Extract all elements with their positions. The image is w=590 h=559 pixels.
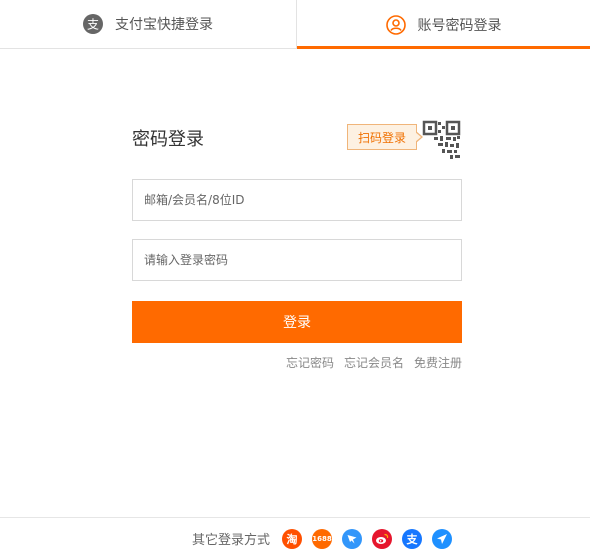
qr-login-badge-label: 扫码登录 xyxy=(357,130,406,145)
alipay-icon: 支 xyxy=(83,14,103,34)
password-field xyxy=(132,239,462,281)
username-field xyxy=(132,179,462,221)
login-title: 密码登录 xyxy=(132,129,204,150)
login-tabs: 支 支付宝快捷登录 账号密码登录 xyxy=(0,0,590,49)
qr-code-icon[interactable] xyxy=(420,120,462,162)
other-login-label: 其它登录方式 xyxy=(191,533,270,548)
social-login-list: 淘 1688 支 xyxy=(282,528,452,549)
taobao-icon[interactable]: 淘 xyxy=(282,528,302,549)
account-links: 忘记密码 忘记会员名 免费注册 xyxy=(286,354,462,371)
1688-icon[interactable]: 1688 xyxy=(312,528,332,549)
password-input[interactable] xyxy=(133,240,461,280)
svg-text:支: 支 xyxy=(87,18,99,32)
forgot-username-link[interactable]: 忘记会员名 xyxy=(344,354,404,371)
tab-alipay-login[interactable]: 支 支付宝快捷登录 xyxy=(0,0,297,49)
free-register-link[interactable]: 免费注册 xyxy=(414,354,462,371)
alipay-icon[interactable]: 支 xyxy=(402,528,422,549)
dingtalk-icon[interactable] xyxy=(342,528,362,549)
login-button[interactable]: 登录 xyxy=(132,301,462,343)
user-circle-icon xyxy=(385,14,406,35)
username-input[interactable] xyxy=(133,180,461,220)
tab-alipay-label: 支付宝快捷登录 xyxy=(115,17,213,33)
qr-login-badge[interactable]: 扫码登录 xyxy=(347,124,423,150)
tab-password-login[interactable]: 账号密码登录 xyxy=(297,0,590,49)
weibo-icon[interactable] xyxy=(372,528,392,549)
airplane-icon[interactable] xyxy=(432,528,452,549)
other-login-methods: 其它登录方式 淘 1688 支 xyxy=(0,517,590,559)
forgot-password-link[interactable]: 忘记密码 xyxy=(286,354,334,371)
tab-password-label: 账号密码登录 xyxy=(417,17,502,34)
